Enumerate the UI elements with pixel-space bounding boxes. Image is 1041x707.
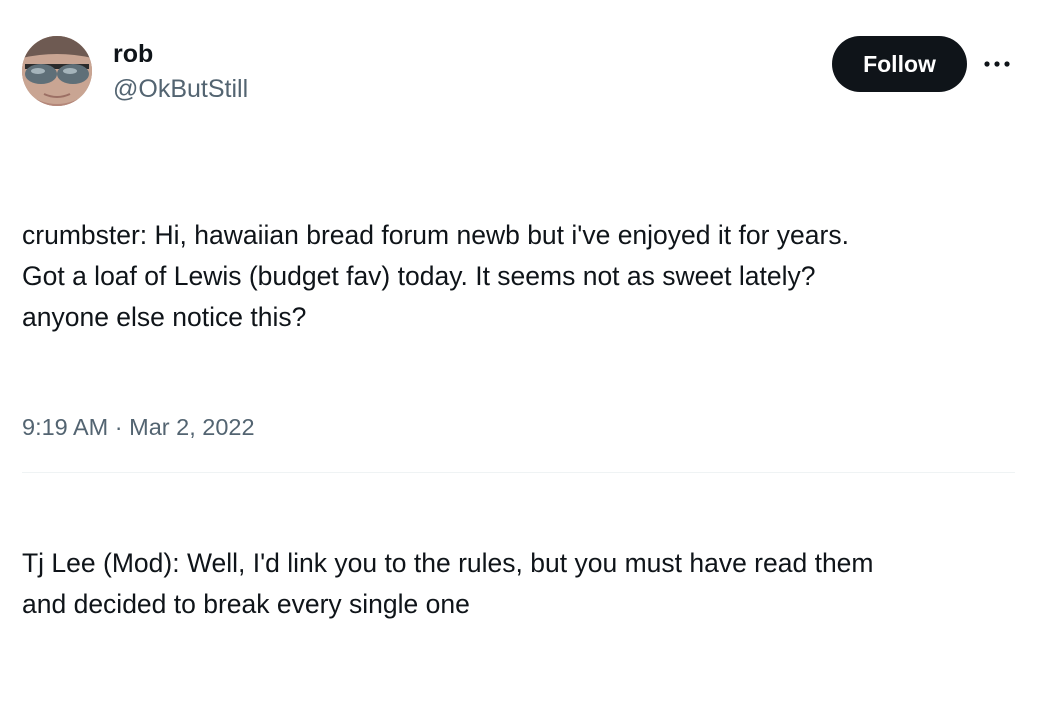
tweet-paragraph: Tj Lee (Mod): Well, I'd link you to the … [22, 548, 874, 619]
tweet-date[interactable]: Mar 2, 2022 [129, 414, 254, 440]
more-horizontal-icon[interactable] [981, 52, 1013, 76]
tweet-timestamp[interactable]: 9:19 AM · Mar 2, 2022 [22, 412, 255, 442]
follow-button[interactable]: Follow [832, 36, 967, 92]
timestamp-separator: · [114, 414, 123, 440]
avatar[interactable] [22, 36, 92, 106]
tweet-time[interactable]: 9:19 AM [22, 414, 108, 440]
divider [22, 472, 1015, 473]
profile-photo-sunglasses-icon [22, 36, 92, 106]
tweet-paragraph: crumbster: Hi, hawaiian bread forum newb… [22, 220, 849, 332]
tweet-card: rob @OkButStill Follow crumbster: Hi, ha… [0, 0, 1041, 619]
author-handle[interactable]: @OkButStill [113, 75, 248, 103]
author-display-name[interactable]: rob [113, 40, 153, 68]
